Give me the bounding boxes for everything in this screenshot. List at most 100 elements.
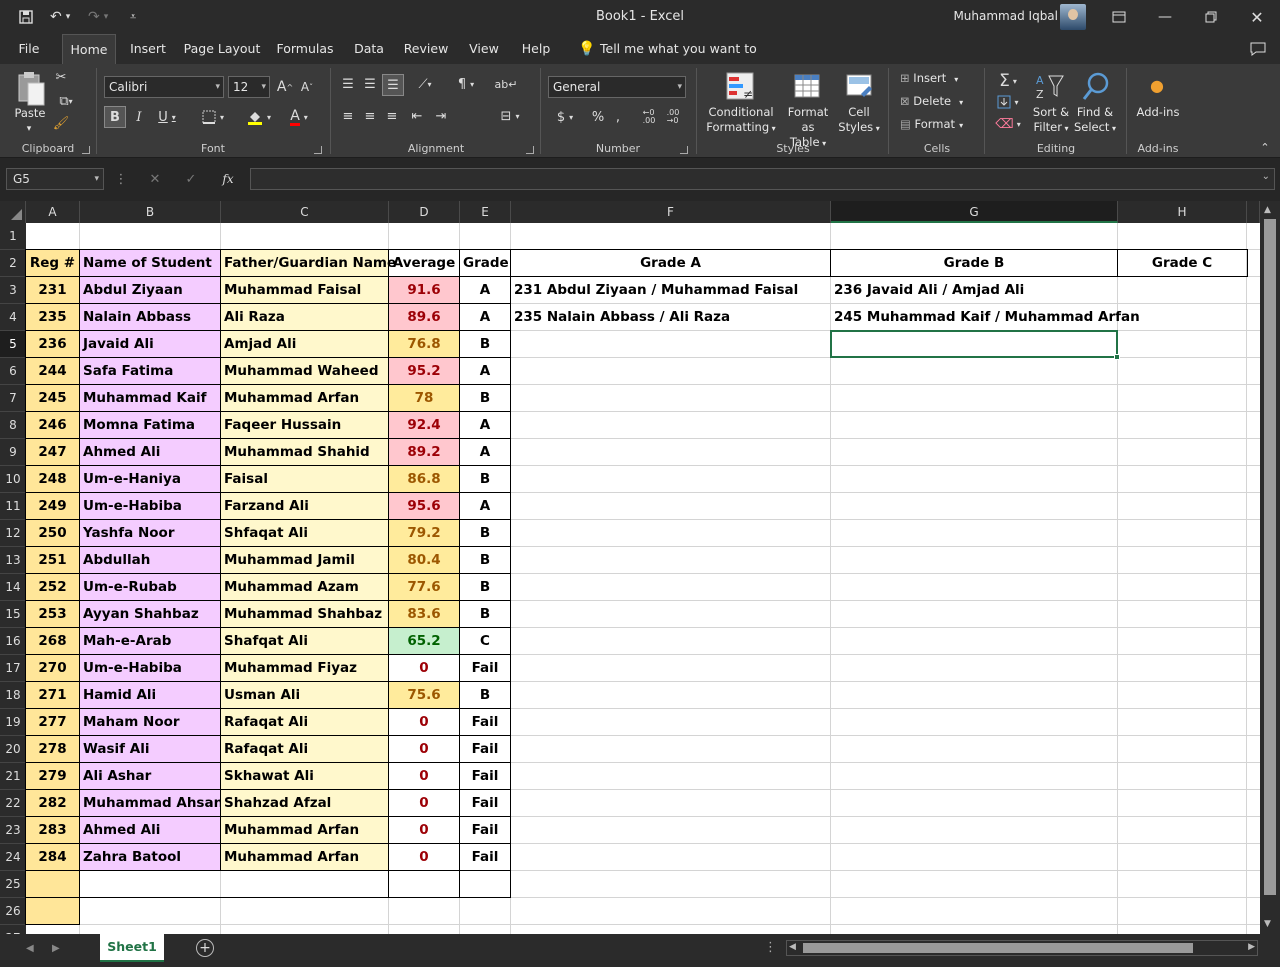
cell-reg[interactable]: 283 bbox=[26, 817, 79, 843]
cell-reg[interactable]: 270 bbox=[26, 655, 79, 681]
decrease-decimal-icon[interactable]: .00 →0 bbox=[662, 106, 684, 128]
avatar[interactable] bbox=[1060, 4, 1086, 30]
cell-father-name[interactable]: Shahzad Afzal bbox=[221, 790, 388, 816]
row-header[interactable]: 27 bbox=[0, 925, 26, 934]
paste-button[interactable]: Paste bbox=[12, 106, 48, 121]
cell-average[interactable]: 91.6 bbox=[389, 277, 459, 303]
header-name[interactable]: Name of Student bbox=[80, 250, 220, 276]
autosum-icon[interactable]: Σ ▾ bbox=[992, 70, 1024, 92]
row-header[interactable]: 23 bbox=[0, 817, 26, 844]
cell-student-name[interactable]: Muhammad Ahsan bbox=[80, 790, 223, 816]
cell-reg[interactable]: 252 bbox=[26, 574, 79, 600]
cell-student-name[interactable]: Maham Noor bbox=[80, 709, 220, 735]
cell-reg[interactable]: 249 bbox=[26, 493, 79, 519]
cell-reg[interactable]: 248 bbox=[26, 466, 79, 492]
cell-grade[interactable]: A bbox=[460, 493, 510, 519]
increase-decimal-icon[interactable]: ←0.00 bbox=[638, 106, 660, 128]
cell-grade[interactable]: A bbox=[460, 304, 510, 330]
number-format-combo[interactable]: General ▾ bbox=[548, 76, 686, 98]
cell-average[interactable]: 0 bbox=[389, 655, 459, 681]
align-center-icon[interactable]: ≡ bbox=[360, 106, 380, 126]
column-header-extra[interactable] bbox=[1247, 201, 1260, 223]
cell-reg[interactable]: 278 bbox=[26, 736, 79, 762]
row-header[interactable]: 22 bbox=[0, 790, 26, 817]
cell-average[interactable]: 86.8 bbox=[389, 466, 459, 492]
sheet-scroll-left-icon[interactable]: ◀ bbox=[26, 943, 34, 954]
decrease-font-size-icon[interactable]: Aˇ bbox=[298, 76, 316, 98]
delete-cells-button[interactable]: ⊠ Delete ▾ bbox=[900, 94, 980, 110]
enter-icon[interactable]: ✓ bbox=[180, 168, 202, 190]
fill-handle[interactable] bbox=[1114, 354, 1120, 360]
hscroll-left-icon[interactable]: ◀ bbox=[789, 942, 796, 952]
cell-grade-a-list[interactable]: 235 Nalain Abbass / Ali Raza bbox=[511, 304, 733, 330]
comments-icon[interactable] bbox=[1244, 34, 1272, 64]
format-cells-button[interactable]: ▤ Format ▾ bbox=[900, 117, 980, 133]
cell-grade[interactable]: B bbox=[460, 520, 510, 546]
cell-grade[interactable]: Fail bbox=[460, 655, 510, 681]
column-header-a[interactable]: A bbox=[26, 201, 80, 223]
cell-reg[interactable]: 247 bbox=[26, 439, 79, 465]
cell-grade[interactable]: A bbox=[460, 439, 510, 465]
row-header[interactable]: 15 bbox=[0, 601, 26, 628]
cell-student-name[interactable]: Muhammad Kaif bbox=[80, 385, 220, 411]
column-header-b[interactable]: B bbox=[80, 201, 221, 223]
format-painter-icon[interactable]: 🖌 bbox=[52, 114, 70, 132]
sort-filter-icon[interactable]: AZ bbox=[1034, 70, 1066, 104]
cell-father-name[interactable]: Skhawat Ali bbox=[221, 763, 388, 789]
cell-reg[interactable]: 282 bbox=[26, 790, 79, 816]
horizontal-scrollbar[interactable]: ◀ ▶ bbox=[786, 940, 1258, 956]
cell-student-name[interactable]: Um-e-Rubab bbox=[80, 574, 220, 600]
tab-view[interactable]: View bbox=[464, 34, 504, 64]
cell-student-name[interactable]: Javaid Ali bbox=[80, 331, 220, 357]
cell-reg[interactable]: 244 bbox=[26, 358, 79, 384]
cell-grade[interactable]: B bbox=[460, 385, 510, 411]
cell-reg[interactable]: 284 bbox=[26, 844, 79, 870]
vertical-scroll-thumb[interactable] bbox=[1264, 219, 1276, 895]
cell-grade[interactable]: A bbox=[460, 412, 510, 438]
row-header[interactable]: 26 bbox=[0, 898, 26, 925]
font-name-combo[interactable]: Calibri ▾ bbox=[104, 76, 224, 98]
find-select-icon[interactable] bbox=[1080, 70, 1110, 104]
cell-student-name[interactable]: Um-e-Haniya bbox=[80, 466, 220, 492]
header-grade-a[interactable]: Grade A bbox=[511, 250, 830, 276]
paste-icon[interactable] bbox=[14, 70, 48, 108]
cell-grade[interactable]: A bbox=[460, 358, 510, 384]
sort-filter-button[interactable]: Sort & Filter ▾ bbox=[1030, 105, 1072, 136]
tab-file[interactable]: File bbox=[10, 34, 48, 64]
formula-input[interactable]: ⌄ bbox=[250, 168, 1275, 190]
row-header[interactable]: 8 bbox=[0, 412, 26, 439]
row-header[interactable]: 18 bbox=[0, 682, 26, 709]
cell-average[interactable]: 95.6 bbox=[389, 493, 459, 519]
cell-student-name[interactable]: Yashfa Noor bbox=[80, 520, 220, 546]
scroll-up-icon[interactable]: ▲ bbox=[1264, 205, 1271, 215]
cell-grade[interactable]: C bbox=[460, 628, 510, 654]
cell-father-name[interactable]: Muhammad Waheed bbox=[221, 358, 388, 384]
row-header[interactable]: 13 bbox=[0, 547, 26, 574]
new-sheet-icon[interactable]: + bbox=[196, 939, 214, 957]
insert-cells-button[interactable]: ⊞ Insert ▾ bbox=[900, 71, 980, 87]
orientation-icon[interactable]: ⟋ ▾ bbox=[410, 74, 440, 94]
percent-icon[interactable]: % bbox=[588, 106, 608, 128]
clear-icon[interactable]: ⌫ ▾ bbox=[992, 114, 1024, 134]
cell-father-name[interactable]: Muhammad Azam bbox=[221, 574, 388, 600]
tab-insert[interactable]: Insert bbox=[124, 34, 172, 64]
cell-student-name[interactable]: Hamid Ali bbox=[80, 682, 220, 708]
comma-style-icon[interactable]: , bbox=[610, 106, 626, 128]
active-cell-selection[interactable] bbox=[830, 330, 1118, 358]
cell-average[interactable]: 76.8 bbox=[389, 331, 459, 357]
cell-student-name[interactable]: Abdullah bbox=[80, 547, 220, 573]
cell-average[interactable]: 95.2 bbox=[389, 358, 459, 384]
row-header[interactable]: 5 bbox=[0, 331, 26, 358]
cell-student-name[interactable]: Nalain Abbass bbox=[80, 304, 220, 330]
cell-reg[interactable]: 271 bbox=[26, 682, 79, 708]
conditional-formatting-icon[interactable]: ≠ bbox=[724, 70, 756, 104]
clipboard-launcher-icon[interactable] bbox=[82, 146, 90, 154]
formula-bar-grip-icon[interactable]: ⋮ bbox=[115, 168, 128, 190]
minimize-icon[interactable]: — bbox=[1142, 0, 1188, 34]
tab-review[interactable]: Review bbox=[400, 34, 452, 64]
cut-icon[interactable]: ✂ bbox=[52, 68, 70, 86]
cell-student-name[interactable]: Ali Ashar bbox=[80, 763, 220, 789]
row-header[interactable]: 7 bbox=[0, 385, 26, 412]
number-launcher-icon[interactable] bbox=[680, 146, 688, 154]
cell-average[interactable]: 78 bbox=[389, 385, 459, 411]
